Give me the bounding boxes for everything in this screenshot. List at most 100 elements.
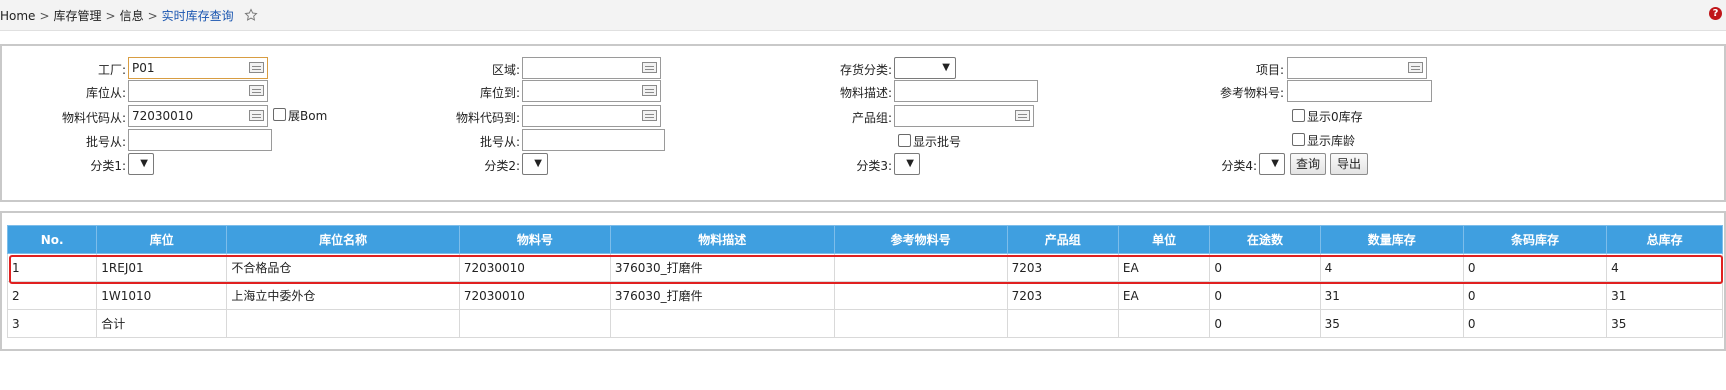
- cell-material-no: [458, 309, 611, 338]
- cell-no: 1: [6, 253, 98, 282]
- breadcrumb-separator: >: [105, 9, 116, 23]
- col-header-unit[interactable]: 单位: [1117, 225, 1211, 254]
- chevron-down-icon: ▼: [1271, 158, 1279, 169]
- cell-qty-stock: 4: [1319, 253, 1464, 282]
- cell-material-desc: 376030_打磨件: [609, 281, 835, 310]
- product-group-label: 产品组:: [851, 111, 892, 125]
- checkbox-box[interactable]: [898, 134, 911, 147]
- col-header-location[interactable]: 库位: [96, 225, 228, 254]
- location-to-label: 库位到:: [479, 86, 520, 100]
- lookup-icon[interactable]: [642, 85, 657, 96]
- stock-category-label: 存货分类:: [839, 63, 892, 77]
- query-button[interactable]: 查询: [1290, 153, 1326, 175]
- lookup-icon[interactable]: [249, 62, 264, 73]
- col-header-product-group[interactable]: 产品组: [1006, 225, 1119, 254]
- cell-qty-stock: 31: [1319, 281, 1464, 310]
- category4-select[interactable]: ▼: [1259, 153, 1285, 175]
- cell-unit: EA: [1117, 281, 1211, 310]
- batch-from-input-2[interactable]: [522, 129, 665, 151]
- expand-bom-checkbox[interactable]: 展Bom: [273, 107, 327, 124]
- lookup-icon[interactable]: [1015, 110, 1030, 121]
- results-panel: No. 库位 库位名称 物料号 物料描述 参考物料号 产品组 单位 在途数 数量…: [0, 211, 1726, 351]
- breadcrumb-current: 实时库存查询: [161, 9, 234, 23]
- favorite-star-icon[interactable]: [243, 8, 258, 22]
- material-to-label: 物料代码到:: [455, 111, 520, 125]
- category3-label: 分类3:: [856, 159, 892, 173]
- show-zero-stock-checkbox[interactable]: 显示0库存: [1292, 108, 1363, 125]
- lookup-icon[interactable]: [249, 110, 264, 121]
- col-header-ref-material[interactable]: 参考物料号: [833, 225, 1008, 254]
- product-group-input[interactable]: [894, 105, 1034, 127]
- cell-barcode-stock: 0: [1462, 309, 1608, 338]
- breadcrumb-separator: >: [39, 9, 50, 23]
- checkbox-box[interactable]: [273, 108, 286, 121]
- table-row[interactable]: 2 1W1010 上海立中委外仓 72030010 376030_打磨件 720…: [6, 281, 1723, 310]
- stock-category-select[interactable]: ▼: [894, 57, 956, 79]
- cell-ref-material: [833, 281, 1008, 310]
- location-from-label: 库位从:: [85, 86, 126, 100]
- material-desc-label: 物料描述:: [839, 86, 892, 100]
- plant-input[interactable]: P01: [128, 57, 268, 79]
- cell-product-group: 7203: [1006, 253, 1119, 282]
- help-icon[interactable]: ?: [1709, 7, 1722, 20]
- material-from-value: 72030010: [132, 109, 194, 123]
- checkbox-box[interactable]: [1292, 133, 1305, 146]
- lookup-icon[interactable]: [1408, 62, 1423, 73]
- batch-from-input[interactable]: [128, 129, 272, 151]
- material-to-input[interactable]: [522, 105, 661, 127]
- col-header-total-stock[interactable]: 总库存: [1606, 225, 1723, 254]
- project-input[interactable]: [1287, 57, 1427, 79]
- table-row[interactable]: 1 1REJ01 不合格品仓 72030010 376030_打磨件 7203 …: [6, 253, 1723, 282]
- cell-material-desc: 376030_打磨件: [609, 253, 835, 282]
- show-stock-age-label: 显示库龄: [1307, 134, 1356, 148]
- cell-barcode-stock: 0: [1462, 253, 1608, 282]
- project-label: 项目:: [1255, 63, 1284, 77]
- show-zero-stock-label: 显示0库存: [1307, 110, 1363, 124]
- export-button[interactable]: 导出: [1330, 153, 1368, 175]
- category3-select[interactable]: ▼: [894, 153, 920, 175]
- top-bar: Home > 库存管理 > 信息 > 实时库存查询 ?: [0, 0, 1726, 31]
- cell-location: 1W1010: [96, 281, 228, 310]
- category2-select[interactable]: ▼: [522, 153, 548, 175]
- col-header-material-no[interactable]: 物料号: [458, 225, 611, 254]
- cell-location: 合计: [96, 309, 228, 338]
- category2-label: 分类2:: [484, 159, 520, 173]
- col-header-no[interactable]: No.: [6, 225, 98, 254]
- col-header-in-transit[interactable]: 在途数: [1209, 225, 1321, 254]
- checkbox-box[interactable]: [1292, 109, 1305, 122]
- material-desc-input[interactable]: [894, 80, 1038, 102]
- category4-label: 分类4:: [1221, 159, 1257, 173]
- col-header-barcode-stock[interactable]: 条码库存: [1462, 225, 1608, 254]
- location-to-input[interactable]: [522, 80, 661, 102]
- breadcrumb: Home > 库存管理 > 信息 > 实时库存查询: [0, 7, 258, 24]
- breadcrumb-info[interactable]: 信息: [120, 9, 144, 23]
- inventory-table: No. 库位 库位名称 物料号 物料描述 参考物料号 产品组 单位 在途数 数量…: [6, 225, 1723, 338]
- lookup-icon[interactable]: [642, 62, 657, 73]
- material-from-input[interactable]: 72030010: [128, 105, 268, 127]
- cell-barcode-stock: 0: [1462, 281, 1608, 310]
- cell-material-desc: [609, 309, 835, 338]
- show-stock-age-checkbox[interactable]: 显示库龄: [1292, 132, 1355, 149]
- cell-location: 1REJ01: [96, 253, 228, 282]
- location-from-input[interactable]: [128, 80, 268, 102]
- col-header-material-desc[interactable]: 物料描述: [609, 225, 835, 254]
- show-batch-checkbox[interactable]: 显示批号: [898, 133, 961, 150]
- category1-select[interactable]: ▼: [128, 153, 154, 175]
- area-input[interactable]: [522, 57, 661, 79]
- cell-qty-stock: 35: [1319, 309, 1464, 338]
- col-header-qty-stock[interactable]: 数量库存: [1319, 225, 1464, 254]
- breadcrumb-home[interactable]: Home: [0, 9, 35, 23]
- lookup-icon[interactable]: [249, 85, 264, 96]
- cell-unit: EA: [1117, 253, 1211, 282]
- breadcrumb-inventory[interactable]: 库存管理: [54, 9, 102, 23]
- ref-material-input[interactable]: [1287, 80, 1432, 102]
- cell-no: 2: [6, 281, 98, 310]
- show-batch-label: 显示批号: [913, 135, 962, 149]
- cell-total-stock: 31: [1606, 281, 1723, 310]
- cell-location-name: 不合格品仓: [226, 253, 460, 282]
- col-header-location-name[interactable]: 库位名称: [226, 225, 460, 254]
- cell-product-group: [1006, 309, 1119, 338]
- lookup-icon[interactable]: [642, 110, 657, 121]
- table-row-total[interactable]: 3 合计 0 35 0 35: [6, 309, 1723, 338]
- cell-material-no: 72030010: [458, 253, 611, 282]
